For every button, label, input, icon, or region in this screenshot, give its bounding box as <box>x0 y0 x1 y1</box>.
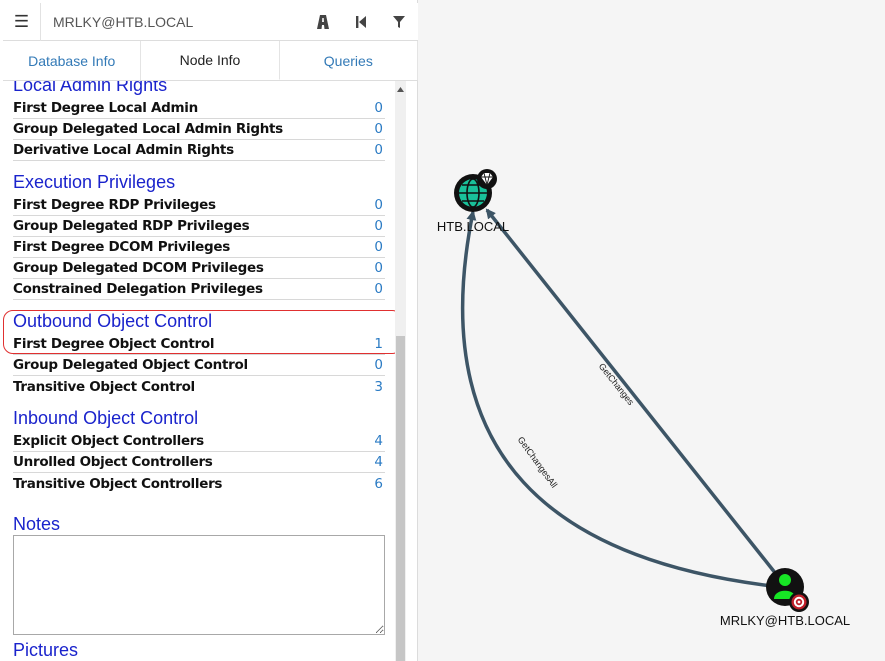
section-title-pictures: Pictures <box>13 640 79 660</box>
row-value-link[interactable]: 0 <box>374 142 385 158</box>
menu-button[interactable]: ☰ <box>3 2 41 41</box>
section-title-execution: Execution Privileges <box>13 172 176 192</box>
edge-getchanges[interactable] <box>485 208 778 576</box>
row-label: Constrained Delegation Privileges <box>13 281 263 297</box>
row-derivative-local-admin: Derivative Local Admin Rights 0 <box>13 140 385 161</box>
row-value-link[interactable]: 4 <box>374 433 385 449</box>
row-value-link[interactable]: 4 <box>374 454 385 470</box>
back-button[interactable] <box>342 3 380 41</box>
row-label: Derivative Local Admin Rights <box>13 142 234 158</box>
graph-canvas[interactable]: GetChanges GetChangesAll HTB.LOCAL MRLKY… <box>418 0 885 661</box>
row-value-link[interactable]: 0 <box>374 100 385 116</box>
edge-getchangesall[interactable] <box>460 210 773 588</box>
row-label: Group Delegated RDP Privileges <box>13 218 250 234</box>
scroll-up-arrow-icon[interactable] <box>395 83 406 95</box>
row-value-link[interactable]: 0 <box>374 197 385 213</box>
row-constrained-delegation: Constrained Delegation Privileges 0 <box>13 279 385 300</box>
step-backward-icon <box>356 15 366 28</box>
row-group-delegated-local-admin: Group Delegated Local Admin Rights 0 <box>13 119 385 140</box>
search-input[interactable] <box>41 4 304 39</box>
road-icon <box>317 14 329 29</box>
notes-textarea[interactable] <box>13 535 385 635</box>
search-bar: ☰ <box>3 2 418 41</box>
sidebar-panel: ☰ Database Info Node Info Queries Local … <box>0 0 418 661</box>
scrollbar-thumb[interactable] <box>396 336 405 661</box>
scrollbar[interactable] <box>395 81 406 661</box>
node-label-user: MRLKY@HTB.LOCAL <box>720 613 850 628</box>
tab-database-info[interactable]: Database Info <box>3 41 142 80</box>
row-value-link[interactable]: 0 <box>374 121 385 137</box>
row-value-link[interactable]: 3 <box>374 379 385 395</box>
node-info-content: Local Admin Rights First Degree Local Ad… <box>3 81 395 661</box>
menu-icon: ☰ <box>13 11 30 31</box>
row-value-link[interactable]: 6 <box>374 476 385 492</box>
tab-bar: Database Info Node Info Queries <box>3 41 418 81</box>
row-explicit-object-controllers: Explicit Object Controllers 4 <box>13 431 385 452</box>
row-label: First Degree Local Admin <box>13 100 198 116</box>
row-label: Unrolled Object Controllers <box>13 454 213 470</box>
target-icon <box>789 592 809 612</box>
row-value-link[interactable]: 0 <box>374 260 385 276</box>
node-domain[interactable] <box>454 169 497 212</box>
row-value-link[interactable]: 0 <box>374 239 385 255</box>
row-transitive-object-controllers: Transitive Object Controllers 6 <box>13 473 385 494</box>
tab-queries[interactable]: Queries <box>279 41 418 80</box>
row-group-delegated-rdp: Group Delegated RDP Privileges 0 <box>13 216 385 237</box>
row-group-delegated-dcom: Group Delegated DCOM Privileges 0 <box>13 258 385 279</box>
row-first-degree-local-admin: First Degree Local Admin 0 <box>13 98 385 119</box>
row-unrolled-object-controllers: Unrolled Object Controllers 4 <box>13 452 385 473</box>
row-group-delegated-object-control: Group Delegated Object Control 0 <box>13 355 385 376</box>
tab-node-info[interactable]: Node Info <box>141 41 280 80</box>
row-transitive-object-control: Transitive Object Control 3 <box>13 376 385 397</box>
section-title-inbound: Inbound Object Control <box>13 408 199 428</box>
section-title-local-admin: Local Admin Rights <box>13 81 168 95</box>
row-label: Group Delegated Local Admin Rights <box>13 121 283 137</box>
row-label: Explicit Object Controllers <box>13 433 204 449</box>
row-value-link[interactable]: 0 <box>374 281 385 297</box>
row-first-degree-rdp: First Degree RDP Privileges 0 <box>13 195 385 216</box>
pathfinding-button[interactable] <box>304 3 342 41</box>
row-label: Group Delegated Object Control <box>13 357 248 373</box>
row-value-link[interactable]: 0 <box>374 218 385 234</box>
row-value-link[interactable]: 0 <box>374 357 385 373</box>
row-label: First Degree DCOM Privileges <box>13 239 230 255</box>
gem-icon <box>477 169 497 189</box>
node-user[interactable] <box>766 568 809 612</box>
node-label-domain: HTB.LOCAL <box>437 219 509 234</box>
row-label: Group Delegated DCOM Privileges <box>13 260 264 276</box>
highlight-annotation <box>3 310 402 354</box>
row-label: Transitive Object Controllers <box>13 475 223 492</box>
filter-icon <box>393 15 405 28</box>
row-label: Transitive Object Control <box>13 378 195 395</box>
row-first-degree-dcom: First Degree DCOM Privileges 0 <box>13 237 385 258</box>
section-title-notes: Notes <box>13 514 61 534</box>
row-label: First Degree RDP Privileges <box>13 197 216 213</box>
filter-button[interactable] <box>380 3 418 41</box>
edge-label-getchanges: GetChanges <box>597 361 637 407</box>
